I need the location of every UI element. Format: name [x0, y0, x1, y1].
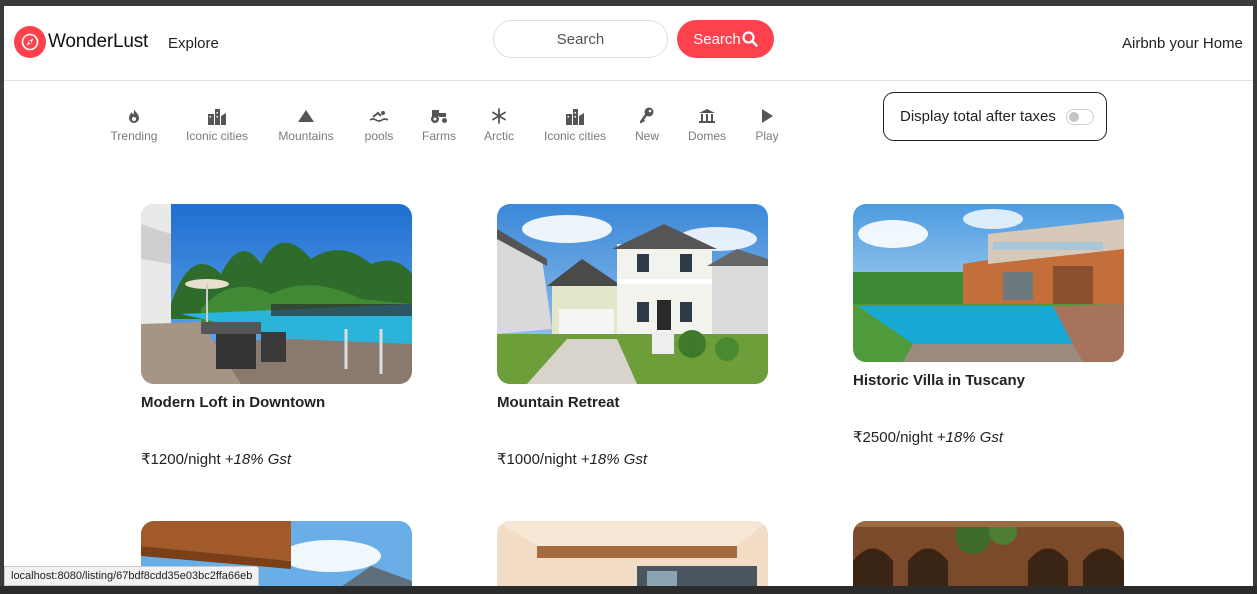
filter-label: Iconic cities	[543, 129, 607, 143]
tax-switch[interactable]	[1065, 108, 1094, 125]
city-icon	[542, 106, 608, 126]
search-icon	[742, 31, 758, 47]
status-bar-url: localhost:8080/listing/67bdf8cdd35e03bc2…	[4, 566, 260, 586]
search-button[interactable]: Search	[677, 20, 774, 58]
filter-label: Iconic cities	[185, 129, 249, 143]
listing-photo-pool-patio	[141, 204, 412, 384]
listing-photo-house	[497, 204, 768, 384]
key-icon	[632, 106, 662, 126]
gst-note: +18% Gst	[932, 429, 1004, 446]
listing-price: ₹1200/night +18% Gst	[141, 450, 412, 468]
listing-card[interactable]	[853, 521, 1124, 586]
filter-label: Farms	[422, 129, 456, 143]
search-button-label: Search	[693, 30, 741, 48]
tractor-icon	[422, 106, 456, 126]
listing-price: ₹2500/night +18% Gst	[853, 428, 1124, 446]
listing-price: ₹1000/night +18% Gst	[497, 450, 768, 468]
filter-new[interactable]: New	[632, 106, 662, 143]
price-per-night: ₹2500/night	[853, 429, 933, 446]
host-link[interactable]: Airbnb your Home	[1122, 35, 1243, 52]
search-input[interactable]	[493, 20, 668, 58]
tax-toggle[interactable]: Display total after taxes	[883, 92, 1107, 141]
listing-title: Modern Loft in Downtown	[141, 394, 326, 411]
dome-icon	[688, 106, 726, 126]
listing-photo-interior	[497, 521, 768, 586]
switch-knob	[1068, 111, 1079, 122]
price-per-night: ₹1200/night	[141, 451, 221, 468]
tax-toggle-label: Display total after taxes	[900, 108, 1056, 125]
swimmer-icon	[362, 106, 396, 126]
filter-pools[interactable]: pools	[362, 106, 396, 143]
filter-trending[interactable]: Trending	[108, 106, 160, 143]
compass-icon	[14, 26, 46, 58]
mountain-icon	[276, 106, 336, 126]
filter-label: Play	[755, 129, 779, 143]
filter-arctic[interactable]: Arctic	[482, 106, 516, 143]
taskbar-strip	[0, 586, 1257, 594]
filter-iconic-cities-2[interactable]: Iconic cities	[542, 106, 608, 143]
price-per-night: ₹1000/night	[497, 451, 577, 468]
listing-photo-villa-pool	[853, 204, 1124, 362]
listing-title: Mountain Retreat	[497, 394, 620, 411]
listing-title: Historic Villa in Tuscany	[853, 372, 1026, 389]
listing-card[interactable]: Mountain Retreat ₹1000/night +18% Gst	[497, 204, 768, 468]
filter-mountains[interactable]: Mountains	[276, 106, 336, 143]
flame-icon	[108, 106, 160, 126]
listing-card[interactable]	[497, 521, 768, 586]
listing-card[interactable]: Modern Loft in Downtown ₹1200/night +18%…	[141, 204, 412, 468]
explore-link[interactable]: Explore	[168, 35, 219, 52]
filter-iconic-cities[interactable]: Iconic cities	[184, 106, 250, 143]
snowflake-icon	[482, 106, 516, 126]
filter-label: New	[634, 129, 659, 143]
filter-farms[interactable]: Farms	[422, 106, 456, 143]
filter-label: Domes	[688, 129, 727, 143]
filter-play[interactable]: Play	[752, 106, 782, 143]
filter-label: Trending	[110, 129, 158, 143]
play-icon	[752, 106, 782, 126]
city-icon	[184, 106, 250, 126]
filter-domes[interactable]: Domes	[688, 106, 726, 143]
filter-label: Arctic	[484, 129, 514, 143]
gst-note: +18% Gst	[576, 451, 648, 468]
gst-note: +18% Gst	[220, 451, 292, 468]
listing-photo-courtyard	[853, 521, 1124, 586]
listing-card[interactable]: Historic Villa in Tuscany ₹2500/night +1…	[853, 204, 1124, 446]
brand-name: WonderLust	[48, 31, 149, 52]
browser-page: WonderLust Explore Search Airbnb your Ho…	[4, 6, 1253, 586]
filter-label: Mountains	[278, 129, 334, 143]
brand[interactable]: WonderLust	[14, 26, 148, 58]
filter-label: pools	[364, 129, 394, 143]
navbar: WonderLust Explore Search Airbnb your Ho…	[4, 6, 1253, 81]
